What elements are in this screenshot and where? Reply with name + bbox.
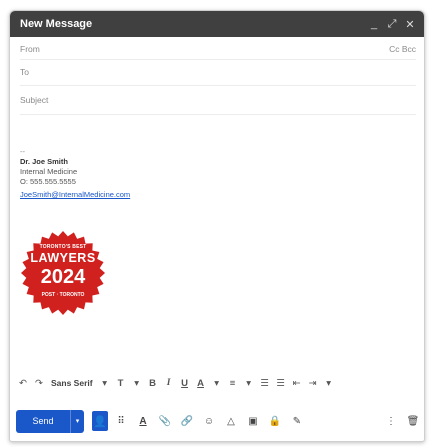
signature-separator: -- [20, 147, 25, 156]
person-icon[interactable]: 👤 [92, 411, 108, 431]
badge-line-1: TORONTO'S BEST [39, 244, 87, 250]
apps-grid-icon[interactable]: ⠿ [112, 411, 130, 431]
bulleted-list-icon[interactable]: ☰ [274, 374, 288, 392]
signature-phone: O: 555.555.5555 [20, 177, 76, 186]
divider [20, 85, 416, 86]
subject-field[interactable]: Subject [20, 95, 48, 105]
close-icon[interactable]: ✕ [405, 18, 415, 31]
font-select[interactable]: Sans Serif [48, 374, 96, 392]
send-button[interactable]: Send [16, 409, 70, 433]
signature-block[interactable]: -- Dr. Joe Smith Internal Medicine O: 55… [20, 147, 130, 200]
more-formatting-icon[interactable]: ▾ [322, 374, 336, 392]
more-options-icon[interactable]: ⋮ [382, 411, 400, 431]
cc-bcc-link[interactable]: Cc Bcc [389, 44, 416, 54]
send-options-dropdown-icon[interactable]: ▾ [70, 409, 84, 433]
minimize-icon[interactable]: _ [369, 18, 379, 31]
compose-window: New Message _ ⤢ ✕ From Cc Bcc To Subject… [9, 10, 425, 442]
from-label: From [20, 44, 40, 54]
underline-button[interactable]: U [178, 374, 192, 392]
font-dropdown-icon[interactable]: ▾ [98, 374, 112, 392]
compose-titlebar[interactable]: New Message _ ⤢ ✕ [10, 11, 424, 37]
align-icon[interactable]: ≡ [226, 374, 240, 392]
emoji-icon[interactable]: ☺ [200, 411, 218, 431]
italic-button[interactable]: I [162, 374, 176, 392]
indent-more-icon[interactable]: ⇥ [306, 374, 320, 392]
from-row[interactable]: From Cc Bcc [20, 44, 416, 54]
badge-line-4: POST · TORONTO [41, 292, 85, 298]
divider [20, 59, 416, 60]
award-badge: TORONTO'S BEST LAWYERS 2024 POST · TORON… [19, 229, 107, 317]
indent-less-icon[interactable]: ⇤ [290, 374, 304, 392]
bold-button[interactable]: B [146, 374, 160, 392]
signature-name: Dr. Joe Smith [20, 157, 68, 166]
badge-line-2: LAWYERS [30, 251, 96, 265]
window-controls: _ ⤢ ✕ [369, 18, 424, 31]
align-dropdown-icon[interactable]: ▾ [242, 374, 256, 392]
signature-org: Internal Medicine [20, 167, 78, 176]
delete-icon[interactable]: 🗑 [404, 411, 422, 431]
size-dropdown-icon[interactable]: ▾ [130, 374, 144, 392]
divider [20, 114, 416, 115]
compose-action-bar: Send ▾ 👤 ⠿ A 📎 🔗 ☺ △ ▣ 🔒 ✎ ⋮ 🗑 [16, 409, 422, 433]
undo-icon[interactable]: ↶ [16, 374, 30, 392]
text-color-icon[interactable]: A [194, 374, 208, 392]
signature-pen-icon[interactable]: ✎ [288, 411, 306, 431]
font-size-icon[interactable]: T [114, 374, 128, 392]
link-icon[interactable]: 🔗 [178, 411, 196, 431]
to-field[interactable]: To [20, 67, 29, 77]
attach-icon[interactable]: 📎 [156, 411, 174, 431]
text-color-dropdown-icon[interactable]: ▾ [210, 374, 224, 392]
lock-icon[interactable]: 🔒 [266, 411, 284, 431]
formatting-options-icon[interactable]: A [134, 411, 152, 431]
redo-icon[interactable]: ↷ [32, 374, 46, 392]
drive-icon[interactable]: △ [222, 411, 240, 431]
signature-email-link[interactable]: JoeSmith@InternalMedicine.com [20, 190, 130, 200]
photo-icon[interactable]: ▣ [244, 411, 262, 431]
numbered-list-icon[interactable]: ☰ [258, 374, 272, 392]
formatting-toolbar: ↶ ↷ Sans Serif ▾ T ▾ B I U A ▾ ≡ ▾ ☰ ☰ ⇤… [16, 373, 422, 393]
expand-icon[interactable]: ⤢ [387, 18, 397, 31]
compose-title: New Message [20, 18, 93, 30]
badge-year: 2024 [40, 266, 86, 288]
